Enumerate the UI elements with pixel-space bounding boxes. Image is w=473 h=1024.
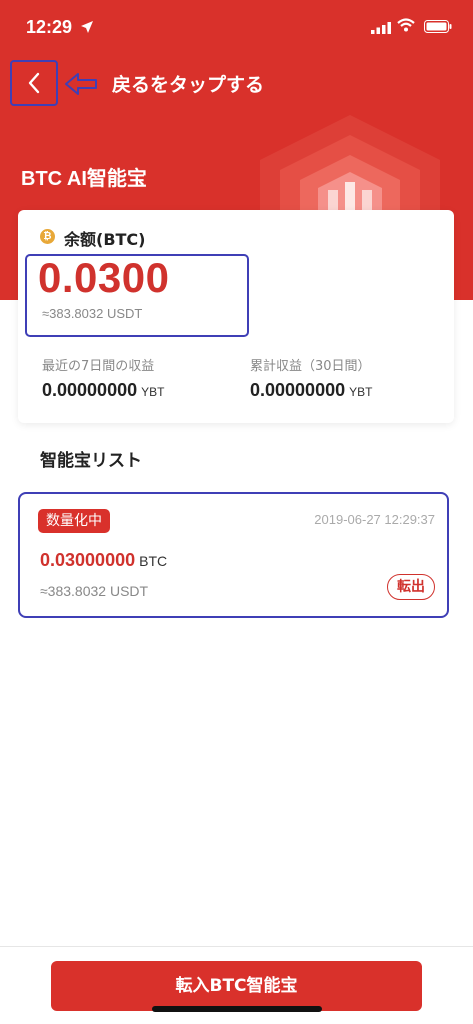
location-arrow-icon	[81, 21, 93, 33]
arrow-left-annotation-icon	[65, 73, 97, 95]
home-indicator	[152, 1006, 322, 1012]
item-usdt-equivalent: ≈383.8032 USDT	[40, 583, 149, 599]
wifi-icon	[397, 18, 415, 32]
footer-divider	[0, 946, 473, 947]
cumulative-earnings-value: 0.00000000 YBT	[250, 380, 372, 401]
status-time: 12:29	[26, 17, 73, 37]
back-hint-text: 戻るをタップする	[112, 74, 265, 96]
balance-card: ₿ 余额(BTC) 0.0300 ≈383.8032 USDT 最近の7日間の収…	[18, 210, 454, 423]
cumulative-earnings-unit: YBT	[349, 385, 373, 399]
weekly-earnings-amount: 0.00000000	[42, 380, 138, 400]
item-amount-unit: BTC	[139, 553, 168, 569]
cellular-signal-icon	[371, 22, 391, 34]
chevron-left-icon	[28, 72, 40, 94]
item-amount-value: 0.03000000	[40, 550, 136, 570]
back-button[interactable]	[10, 60, 58, 106]
cumulative-earnings-label: 累計収益（30日間）	[250, 359, 371, 374]
balance-label: 余额(BTC)	[64, 230, 146, 249]
item-amount: 0.03000000 BTC	[40, 550, 167, 571]
list-item[interactable]: 数量化中 2019-06-27 12:29:37 0.03000000 BTC ≈…	[18, 492, 449, 618]
page-title: BTC AI智能宝	[21, 168, 147, 190]
cumulative-earnings-amount: 0.00000000	[250, 380, 346, 400]
balance-usdt-equivalent: ≈383.8032 USDT	[42, 306, 143, 321]
status-badge: 数量化中	[38, 509, 110, 533]
weekly-earnings-unit: YBT	[141, 385, 165, 399]
item-date: 2019-06-27 12:29:37	[314, 512, 435, 527]
status-bar: 12:29	[0, 0, 473, 56]
section-title: 智能宝リスト	[40, 451, 142, 471]
balance-amount: 0.0300	[38, 254, 170, 301]
transfer-in-button[interactable]: 転入BTC智能宝	[51, 961, 422, 1011]
battery-icon	[424, 20, 452, 33]
weekly-earnings-label: 最近の7日間の収益	[42, 359, 155, 374]
bitcoin-coin-icon: ₿	[40, 229, 55, 244]
transfer-out-button[interactable]: 転出	[387, 574, 435, 600]
weekly-earnings-value: 0.00000000 YBT	[42, 380, 164, 401]
